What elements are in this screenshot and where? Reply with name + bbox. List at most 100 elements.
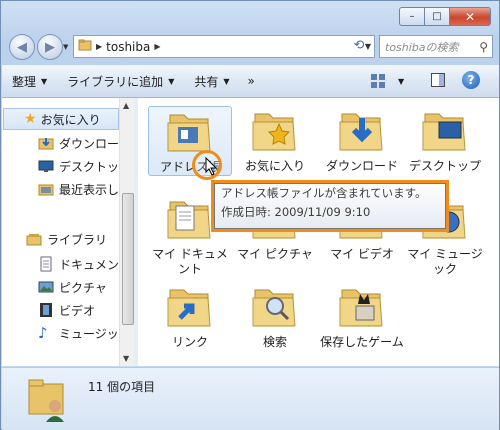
- chevron-down-icon: ▼: [168, 76, 175, 86]
- sidebar-item-label: ドキュメン: [59, 257, 120, 272]
- folder-item-label: ダウンロード: [325, 159, 398, 173]
- sidebar-item-documents[interactable]: ドキュメン: [38, 254, 119, 274]
- address-book-folder-icon: [149, 109, 231, 158]
- links-folder-icon: [148, 284, 232, 333]
- back-button[interactable]: ◀: [9, 34, 35, 60]
- organize-label: 整理: [12, 74, 37, 89]
- folder-item-box[interactable]: [320, 282, 404, 333]
- mouse-cursor-icon: [205, 157, 218, 176]
- breadcrumb-toshiba[interactable]: toshiba: [106, 40, 150, 54]
- share-button[interactable]: 共有 ▼: [194, 73, 229, 90]
- sidebar-item-label: お気に入り: [40, 112, 101, 127]
- chevron-down-icon: ▼: [223, 76, 230, 86]
- sidebar-item-label: ビデオ: [59, 303, 96, 318]
- sidebar-item-downloads[interactable]: ダウンロー: [38, 133, 119, 153]
- chevron-down-icon: ▼: [41, 76, 48, 86]
- add-to-library-label: ライブラリに追加: [67, 74, 164, 89]
- refresh-icon: ⟲: [353, 38, 365, 53]
- scrollbar-thumb[interactable]: [122, 193, 134, 325]
- sidebar-item-music[interactable]: ♪ ミュージッ: [38, 323, 119, 343]
- breadcrumb-separator-icon[interactable]: ▶: [154, 42, 160, 51]
- refresh-button[interactable]: ⟲: [345, 35, 373, 56]
- library-icon: [26, 234, 42, 246]
- sidebar-item-pictures[interactable]: ピクチャ: [38, 277, 107, 297]
- caption-buttons: – □ ✕: [399, 7, 491, 26]
- view-grid-icon: [371, 74, 385, 88]
- view-options-button[interactable]: ▼: [370, 73, 404, 89]
- sidebar-item-label: 最近表示し: [59, 182, 120, 197]
- folder-item-label: お気に入り: [244, 159, 305, 173]
- sidebar-item-label: デスクトッ: [59, 159, 120, 174]
- close-button[interactable]: ✕: [450, 7, 491, 26]
- sidebar-item-desktop[interactable]: デスクトッ: [38, 156, 119, 176]
- folder-item-label: 検索: [262, 335, 287, 349]
- folder-item-box[interactable]: [320, 106, 404, 157]
- sidebar-item-label: ピクチャ: [59, 280, 107, 295]
- help-icon: ?: [467, 73, 475, 87]
- help-button[interactable]: ?: [462, 71, 480, 89]
- file-list: アドレス帳 お気に入り ダウンロード デスクトップ マイ ドキュメント マイ ピクチャ マイ…: [138, 98, 499, 366]
- folder-item-box[interactable]: [148, 282, 232, 333]
- toshiba-user-folder-icon: [28, 379, 64, 422]
- folder-item-label: 保存したゲーム: [320, 335, 404, 349]
- folder-item[interactable]: 検索: [233, 282, 317, 350]
- preview-pane-button[interactable]: [430, 72, 446, 91]
- folder-item-label: マイ ミュージック: [407, 247, 483, 276]
- folder-item[interactable]: お気に入り: [233, 106, 317, 174]
- maximize-button[interactable]: □: [425, 7, 450, 26]
- sidebar-scrollbar[interactable]: ▲ ▼: [119, 98, 135, 366]
- folder-item-label: デスクトップ: [408, 159, 481, 173]
- saved-games-folder-icon: [320, 284, 404, 333]
- documents-icon: [40, 256, 52, 272]
- folder-item-box[interactable]: [403, 106, 487, 157]
- desktop-folder-icon: [403, 108, 487, 157]
- folder-item[interactable]: リンク: [148, 282, 232, 350]
- breadcrumb-separator-icon[interactable]: ▶: [96, 42, 102, 51]
- preview-pane-icon: [431, 73, 445, 87]
- scroll-up-icon[interactable]: ▲: [123, 101, 129, 110]
- address-bar[interactable]: ▶ toshiba ▶ ▼: [73, 35, 375, 58]
- add-to-library-button[interactable]: ライブラリに追加 ▼: [67, 73, 174, 90]
- folder-item-box[interactable]: [233, 282, 317, 333]
- folder-item-label: マイ ピクチャ: [237, 247, 313, 261]
- recent-places-icon: [38, 184, 54, 196]
- star-icon: ★: [24, 111, 37, 127]
- folder-item[interactable]: ダウンロード: [320, 106, 404, 174]
- organize-button[interactable]: 整理 ▼: [12, 73, 47, 90]
- folder-path-icon: [78, 38, 92, 55]
- folder-item[interactable]: 保存したゲーム: [320, 282, 404, 350]
- searches-folder-icon: [233, 284, 317, 333]
- minimize-button[interactable]: –: [399, 7, 425, 26]
- sidebar-item-videos[interactable]: ビデオ: [38, 300, 95, 320]
- favorites-folder-icon: [233, 108, 317, 157]
- pictures-icon: [38, 281, 54, 293]
- folder-item-box[interactable]: [233, 106, 317, 157]
- command-bar: 整理 ▼ ライブラリに追加 ▼ 共有 ▼ » ▼ ?: [2, 65, 499, 98]
- tooltip-description: アドレス帳ファイルが含まれています。: [221, 186, 427, 200]
- music-icon: ♪: [38, 324, 48, 342]
- search-icon[interactable]: ⚲: [479, 40, 488, 54]
- folder-item[interactable]: デスクトップ: [403, 106, 487, 174]
- scroll-down-icon[interactable]: ▼: [123, 354, 129, 363]
- search-input[interactable]: toshibaの検索: [385, 39, 459, 55]
- back-arrow-icon: ◀: [17, 39, 27, 55]
- navigation-pane: ★ お気に入り ダウンロー デスクトッ 最近表示し ライブラリ ドキュメン ピク…: [2, 98, 135, 366]
- sidebar-item-favorites[interactable]: ★ お気に入り: [3, 108, 119, 130]
- sidebar-item-label: ミュージッ: [59, 326, 119, 341]
- sidebar-item-libraries[interactable]: ライブラリ: [26, 229, 107, 249]
- sidebar-item-recent[interactable]: 最近表示し: [38, 179, 119, 199]
- tooltip: アドレス帳ファイルが含まれています。 作成日時: 2009/11/09 9:10: [214, 183, 446, 229]
- videos-icon: [40, 303, 52, 317]
- forward-button[interactable]: ▶: [37, 34, 63, 60]
- search-box[interactable]: toshibaの検索 ⚲: [379, 35, 493, 58]
- folder-item-label: リンク: [171, 335, 208, 349]
- details-pane: 11 個の項目: [2, 367, 499, 430]
- history-dropdown-icon[interactable]: ▼: [63, 43, 68, 51]
- item-count: 11 個の項目: [88, 380, 156, 394]
- sidebar-item-label: ダウンロー: [59, 136, 120, 151]
- downloads-folder-icon: [320, 108, 404, 157]
- share-label: 共有: [194, 74, 219, 89]
- more-label: »: [247, 74, 255, 88]
- more-commands-button[interactable]: »: [248, 74, 255, 88]
- chevron-down-icon: ▼: [398, 76, 405, 86]
